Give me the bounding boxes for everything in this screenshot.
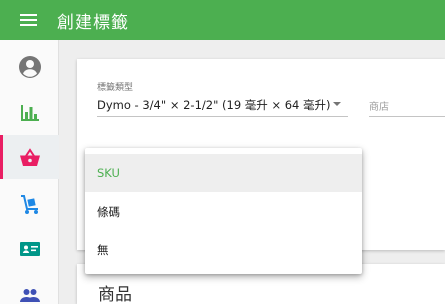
store-underline [369,116,445,117]
menu-item-barcode[interactable]: 條碼 [85,192,362,230]
menu-item-label: 條碼 [97,205,120,219]
sidebar-item-account[interactable] [0,44,59,88]
sidebar-item-contacts[interactable] [0,226,59,270]
products-heading: 商品 [98,285,132,304]
page-title: 創建標籤 [57,13,129,33]
barcode-type-menu: SKU 條碼 無 [85,148,362,274]
sidebar [0,40,59,304]
menu-item-label: 無 [97,243,109,257]
people-icon [20,289,40,302]
basket-icon [20,148,40,166]
sidebar-item-reports[interactable] [0,90,59,134]
menu-item-sku[interactable]: SKU [85,154,362,192]
app-bar: 創建標籤 [0,0,445,40]
sidebar-item-users[interactable] [0,272,59,304]
bar-chart-icon [21,105,39,121]
label-type-select[interactable]: Dymo - 3/4" × 2-1/2" (19 毫升 × 64 毫升) [97,97,331,113]
sidebar-item-shop[interactable] [0,135,59,179]
menu-item-none[interactable]: 無 [85,230,362,268]
menu-icon[interactable] [20,14,37,27]
hand-truck-icon [21,195,38,214]
sidebar-item-delivery[interactable] [0,182,59,226]
menu-item-label: SKU [97,166,120,180]
store-field[interactable]: 商店 [369,98,389,113]
chevron-down-icon[interactable] [333,102,341,106]
id-card-icon [20,242,40,256]
account-circle-icon [19,56,41,78]
label-type-underline [97,116,348,117]
label-type-label: 標籤類型 [97,83,134,93]
